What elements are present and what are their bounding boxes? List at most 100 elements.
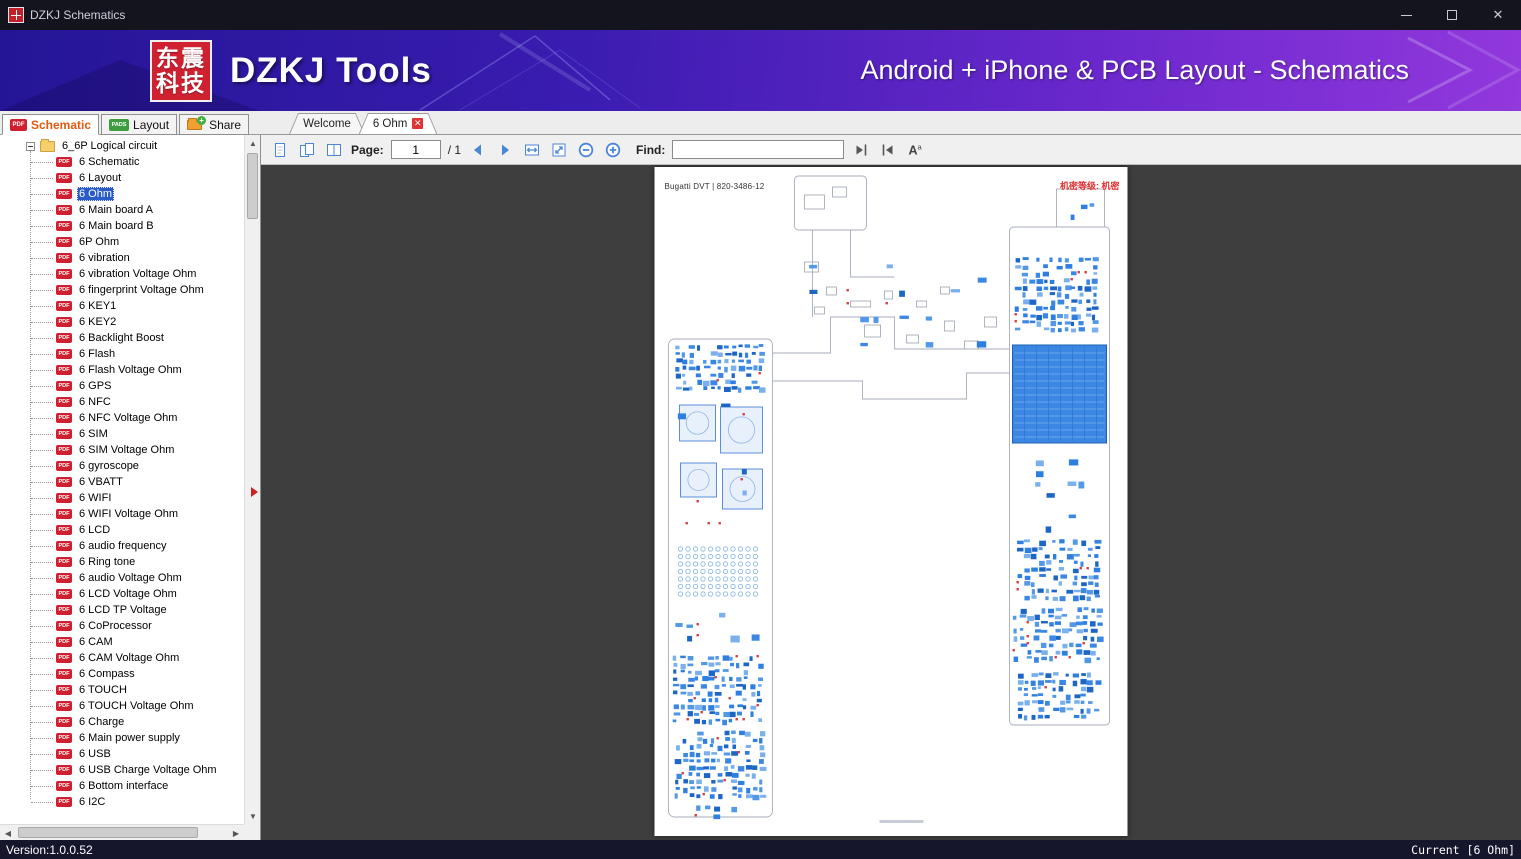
minimize-button[interactable] — [1383, 0, 1429, 30]
tree-item-6-nfc-voltage-ohm[interactable]: PDF 6 NFC Voltage Ohm — [0, 410, 244, 426]
tree-item-6-usb[interactable]: PDF 6 USB — [0, 746, 244, 762]
document-tab-6-ohm[interactable]: 6 Ohm ✕ — [359, 113, 438, 134]
tree-item-label: 6 TOUCH Voltage Ohm — [79, 700, 194, 712]
tree-item-6-main-board-a[interactable]: PDF 6 Main board A — [0, 202, 244, 218]
zoom-in-icon[interactable] — [603, 140, 623, 160]
tree-root-folder[interactable]: 6_6P Logical circuit — [0, 138, 244, 154]
fit-page-icon[interactable] — [549, 140, 569, 160]
tree-item-6-compass[interactable]: PDF 6 Compass — [0, 666, 244, 682]
pdf-page: Bugatti DVT | 820-3486-12 机密等级: 机密 — [654, 167, 1128, 836]
tree-item-label: 6 Charge — [79, 716, 125, 728]
page-number-input[interactable] — [390, 140, 441, 159]
facing-pages-icon[interactable] — [324, 140, 344, 160]
tree-item-6-backlight-boost[interactable]: PDF 6 Backlight Boost — [0, 330, 244, 346]
scroll-left-icon[interactable]: ◀ — [0, 825, 16, 841]
vertical-scroll-thumb[interactable] — [247, 153, 258, 219]
previous-page-icon[interactable] — [468, 140, 488, 160]
tree-item-6-sim-voltage-ohm[interactable]: PDF 6 SIM Voltage Ohm — [0, 442, 244, 458]
pdf-file-icon: PDF — [56, 605, 72, 615]
tree-item-6-key2[interactable]: PDF 6 KEY2 — [0, 314, 244, 330]
pdf-file-icon: PDF — [56, 221, 72, 231]
scroll-up-icon[interactable]: ▲ — [245, 135, 261, 151]
tree-item-label: 6 LCD TP Voltage — [79, 604, 167, 616]
tree-item-6-usb-charge-voltage-ohm[interactable]: PDF 6 USB Charge Voltage Ohm — [0, 762, 244, 778]
scroll-down-icon[interactable]: ▼ — [245, 808, 261, 824]
pdf-file-icon: PDF — [56, 621, 72, 631]
tree-item-label: 6 WIFI Voltage Ohm — [79, 508, 179, 520]
tab-bar: PDF Schematic PADS Layout + Share Welcome 6 Oh… — [0, 111, 1521, 135]
tree-item-6-vibration-voltage-ohm[interactable]: PDF 6 vibration Voltage Ohm — [0, 266, 244, 282]
tree-item-6-gyroscope[interactable]: PDF 6 gyroscope — [0, 458, 244, 474]
tree-item-6-lcd[interactable]: PDF 6 LCD — [0, 522, 244, 538]
pdf-file-icon: PDF — [56, 557, 72, 567]
tree-item-6-vbatt[interactable]: PDF 6 VBATT — [0, 474, 244, 490]
tree-item-6-touch-voltage-ohm[interactable]: PDF 6 TOUCH Voltage Ohm — [0, 698, 244, 714]
tree-item-6-ohm[interactable]: PDF 6 Ohm — [0, 186, 244, 202]
tree-item-6-audio-frequency[interactable]: PDF 6 audio frequency — [0, 538, 244, 554]
tree-item-6-i2c[interactable]: PDF 6 I2C — [0, 794, 244, 810]
zoom-out-icon[interactable] — [576, 140, 596, 160]
tree-item-label: 6 vibration Voltage Ohm — [79, 268, 197, 280]
company-logo: 东震 科技 — [150, 39, 212, 102]
tree-expander-icon[interactable] — [26, 141, 35, 151]
tree-horizontal-scrollbar[interactable]: ◀ ▶ — [0, 824, 244, 840]
tree-item-6-fingerprint-voltage-ohm[interactable]: PDF 6 fingerprint Voltage Ohm — [0, 282, 244, 298]
tree-item-label: 6 LCD — [79, 524, 111, 536]
pdf-viewer-canvas[interactable]: Bugatti DVT | 820-3486-12 机密等级: 机密 — [261, 165, 1521, 840]
text-size-icon[interactable]: Aa — [905, 140, 925, 160]
horizontal-scroll-thumb[interactable] — [18, 827, 198, 838]
tree-item-6-main-power-supply[interactable]: PDF 6 Main power supply — [0, 730, 244, 746]
pdf-file-icon: PDF — [56, 445, 72, 455]
close-button[interactable]: ✕ — [1475, 0, 1521, 30]
tree-item-6-coprocessor[interactable]: PDF 6 CoProcessor — [0, 618, 244, 634]
ribbon-tab-label: Share — [209, 117, 242, 132]
tree-item-6-wifi[interactable]: PDF 6 WIFI — [0, 490, 244, 506]
tree-item-6-charge[interactable]: PDF 6 Charge — [0, 714, 244, 730]
pdf-file-icon: PDF — [56, 429, 72, 439]
tree-item-6-main-board-b[interactable]: PDF 6 Main board B — [0, 218, 244, 234]
find-previous-icon[interactable] — [851, 140, 871, 160]
tree-item-6-audio-voltage-ohm[interactable]: PDF 6 audio Voltage Ohm — [0, 570, 244, 586]
tree-item-6-gps[interactable]: PDF 6 GPS — [0, 378, 244, 394]
tree-item-label: 6 CAM Voltage Ohm — [79, 652, 180, 664]
document-tab-welcome[interactable]: Welcome — [289, 113, 365, 134]
tree-item-6-wifi-voltage-ohm[interactable]: PDF 6 WIFI Voltage Ohm — [0, 506, 244, 522]
fit-width-icon[interactable] — [522, 140, 542, 160]
ribbon-tab-share[interactable]: + Share — [179, 114, 250, 135]
tree-vertical-scrollbar[interactable]: ▲ ▼ — [244, 135, 260, 824]
tree-item-6-flash[interactable]: PDF 6 Flash — [0, 346, 244, 362]
window-title: DZKJ Schematics — [30, 8, 126, 22]
ribbon-tab-layout[interactable]: PADS Layout — [101, 114, 178, 135]
tree-item-6-lcd-tp-voltage[interactable]: PDF 6 LCD TP Voltage — [0, 602, 244, 618]
tree-item-6-touch[interactable]: PDF 6 TOUCH — [0, 682, 244, 698]
tree-item-6p-ohm[interactable]: PDF 6P Ohm — [0, 234, 244, 250]
tree-item-6-flash-voltage-ohm[interactable]: PDF 6 Flash Voltage Ohm — [0, 362, 244, 378]
tree-item-6-sim[interactable]: PDF 6 SIM — [0, 426, 244, 442]
single-page-view-icon[interactable] — [270, 140, 290, 160]
sidebar-collapse-arrow[interactable] — [251, 487, 258, 497]
tree-item-6-cam[interactable]: PDF 6 CAM — [0, 634, 244, 650]
pdf-file-icon: PDF — [56, 317, 72, 327]
close-tab-icon[interactable]: ✕ — [412, 118, 423, 129]
tree-item-6-schematic[interactable]: PDF 6 Schematic — [0, 154, 244, 170]
tree-item-6-nfc[interactable]: PDF 6 NFC — [0, 394, 244, 410]
tree-item-6-key1[interactable]: PDF 6 KEY1 — [0, 298, 244, 314]
next-page-icon[interactable] — [495, 140, 515, 160]
tree-item-6-vibration[interactable]: PDF 6 vibration — [0, 250, 244, 266]
tree-item-6-bottom-interface[interactable]: PDF 6 Bottom interface — [0, 778, 244, 794]
tree-item-6-ring-tone[interactable]: PDF 6 Ring tone — [0, 554, 244, 570]
tree-item-6-lcd-voltage-ohm[interactable]: PDF 6 LCD Voltage Ohm — [0, 586, 244, 602]
ribbon-tab-schematic[interactable]: PDF Schematic — [2, 114, 100, 135]
pdf-file-icon: PDF — [56, 525, 72, 535]
pcb-schematic-drawing — [668, 175, 1110, 823]
tree-item-6-cam-voltage-ohm[interactable]: PDF 6 CAM Voltage Ohm — [0, 650, 244, 666]
tree-item-6-layout[interactable]: PDF 6 Layout — [0, 170, 244, 186]
continuous-view-icon[interactable] — [297, 140, 317, 160]
find-next-icon[interactable] — [878, 140, 898, 160]
tree-item-label: 6 CAM — [79, 636, 113, 648]
find-input[interactable] — [672, 140, 845, 159]
tree-item-label: 6 Flash Voltage Ohm — [79, 364, 182, 376]
scroll-right-icon[interactable]: ▶ — [228, 825, 244, 841]
maximize-button[interactable] — [1429, 0, 1475, 30]
pdf-file-icon: PDF — [56, 461, 72, 471]
